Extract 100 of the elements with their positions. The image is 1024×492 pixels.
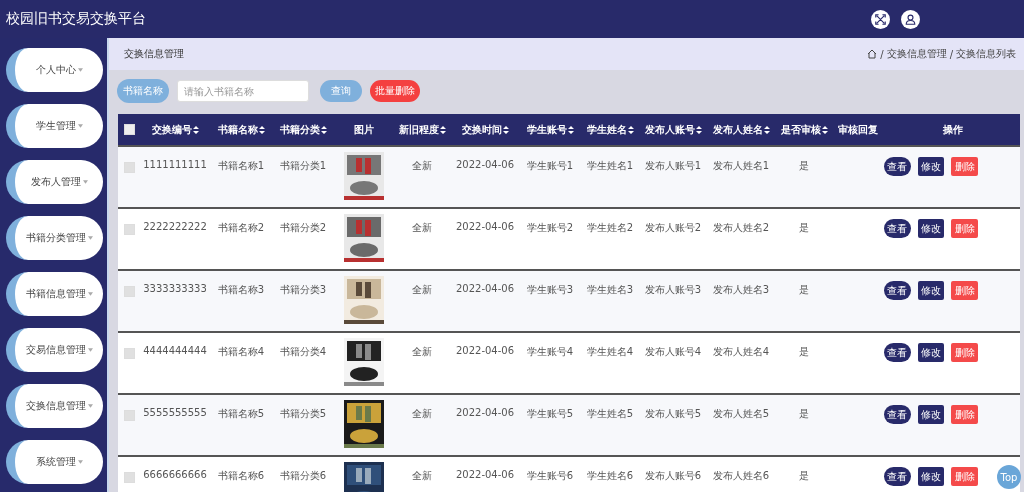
table-cell: 6666666666 [143,469,207,480]
row-checkbox[interactable] [123,472,135,483]
column-header[interactable]: 图片 [354,122,374,137]
view-button[interactable]: 查看 [884,157,911,176]
sort-icon[interactable] [567,125,574,134]
sidebar-item[interactable]: 个人中心 [6,48,103,92]
sort-icon[interactable] [821,125,828,134]
column-header[interactable]: 审核回复 [838,122,878,137]
delete-button[interactable]: 删除 [951,157,978,176]
table-cell: 学生账号6 [526,469,574,483]
delete-button[interactable]: 删除 [951,343,978,362]
column-header[interactable]: 是否审核 [780,122,828,137]
sort-icon[interactable] [695,125,702,134]
table-cell: 发布人账号5 [644,407,702,421]
table-cell: 全新 [412,469,432,483]
page-title: 交换信息管理 [124,47,184,61]
breadcrumb-item[interactable]: 交换信息管理 [886,47,947,61]
sort-icon[interactable] [320,125,327,134]
column-header[interactable]: 交换时间 [461,122,509,137]
sort-icon[interactable] [627,125,634,134]
table-cell: 学生姓名4 [586,345,634,359]
table-cell: 学生姓名2 [586,221,634,235]
search-field[interactable]: 请输入书籍名称 [177,80,309,102]
column-header[interactable]: 学生姓名 [586,122,634,137]
table-cell: 5555555555 [143,407,207,418]
table-cell: 发布人账号2 [644,221,702,235]
table-cell: 书籍名称4 [217,345,265,359]
sort-icon[interactable] [763,125,770,134]
caret-icon [82,180,88,184]
edit-button[interactable]: 修改 [917,405,945,424]
sort-icon[interactable] [192,125,199,134]
table-cell: 书籍分类4 [279,345,327,359]
column-header[interactable]: 操作 [943,122,963,137]
table-cell: 发布人账号3 [644,283,702,297]
row-checkbox[interactable] [123,162,135,173]
delete-button[interactable]: 删除 [951,467,978,486]
column-header[interactable]: 书籍名称 [217,122,265,137]
edit-button[interactable]: 修改 [917,157,945,176]
search-label: 书籍名称 [117,79,169,103]
select-all-checkbox[interactable] [123,124,135,135]
table-cell: 发布人账号4 [644,345,702,359]
column-header[interactable]: 书籍分类 [279,122,327,137]
table-cell: 全新 [412,159,432,173]
table-cell: 学生账号1 [526,159,574,173]
sidebar-item[interactable]: 学生管理 [6,104,103,148]
column-header[interactable]: 发布人姓名 [712,122,770,137]
row-checkbox[interactable] [123,286,135,297]
caret-icon [87,404,93,408]
table-cell: 4444444444 [143,345,207,356]
table-cell: 书籍分类1 [279,159,327,173]
breadcrumb-item[interactable]: 交换信息列表 [956,47,1016,61]
table-cell: 全新 [412,283,432,297]
view-button[interactable]: 查看 [884,405,911,424]
caret-icon [77,460,83,464]
delete-button[interactable]: 删除 [951,281,978,300]
table-cell: 书籍分类6 [279,469,327,483]
sidebar-item[interactable]: 书籍分类管理 [6,216,103,260]
table-cell: 学生账号2 [526,221,574,235]
home-icon[interactable] [867,49,878,59]
sort-icon[interactable] [502,125,509,134]
view-button[interactable]: 查看 [884,467,911,486]
table-cell: 是 [799,159,809,173]
user-icon[interactable] [901,9,920,29]
table-cell: 学生姓名5 [586,407,634,421]
column-header[interactable]: 发布人账号 [644,122,702,137]
batch-delete-button[interactable]: 批量删除 [370,80,420,102]
delete-button[interactable]: 删除 [951,219,978,238]
table-cell: 学生姓名1 [586,159,634,173]
column-header[interactable]: 交换编号 [151,122,199,137]
table-cell: 学生账号4 [526,345,574,359]
fullscreen-icon[interactable] [871,9,890,29]
edit-button[interactable]: 修改 [917,467,945,486]
app-title: 校园旧书交易交换平台 [6,10,146,28]
delete-button[interactable]: 删除 [951,405,978,424]
caret-icon [87,292,93,296]
edit-button[interactable]: 修改 [917,343,945,362]
edit-button[interactable]: 修改 [917,281,945,300]
sidebar-item[interactable]: 交易信息管理 [6,328,103,372]
row-checkbox[interactable] [123,224,135,235]
table-cell: 学生账号3 [526,283,574,297]
sort-icon[interactable] [439,125,446,134]
column-header[interactable]: 学生账号 [526,122,574,137]
column-header[interactable]: 新旧程度 [398,122,446,137]
sidebar-item[interactable]: 书籍信息管理 [6,272,103,316]
row-checkbox[interactable] [123,348,135,359]
table-cell: 学生姓名6 [586,469,634,483]
sort-icon[interactable] [258,125,265,134]
view-button[interactable]: 查看 [884,219,911,238]
row-checkbox[interactable] [123,410,135,421]
table-cell: 书籍分类2 [279,221,327,235]
edit-button[interactable]: 修改 [917,219,945,238]
table-cell: 发布人姓名2 [712,221,770,235]
view-button[interactable]: 查看 [884,343,911,362]
sidebar-item[interactable]: 发布人管理 [6,160,103,204]
sidebar-item[interactable]: 交换信息管理 [6,384,103,428]
view-button[interactable]: 查看 [884,281,911,300]
table-cell: 书籍名称2 [217,221,265,235]
table-cell: 发布人姓名1 [712,159,770,173]
table-cell: 2022-04-06 [455,469,515,480]
sidebar-item[interactable]: 系统管理 [6,440,103,484]
